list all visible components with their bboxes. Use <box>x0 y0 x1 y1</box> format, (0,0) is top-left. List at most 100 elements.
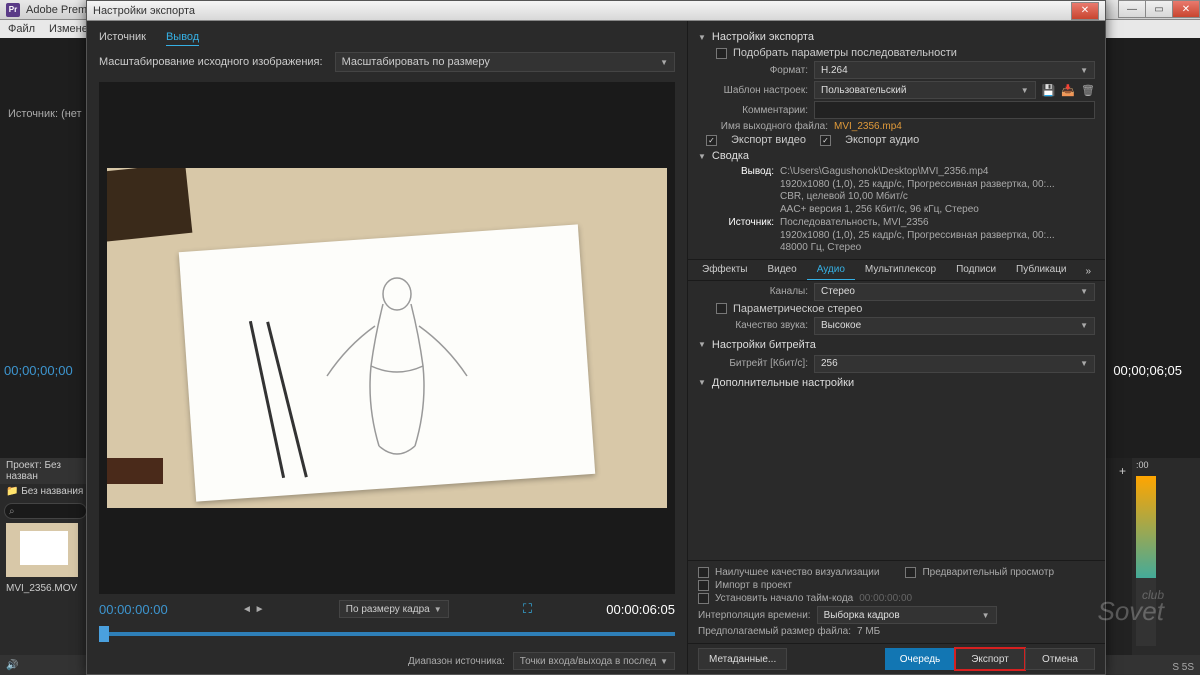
preview-pencils-box <box>107 168 192 243</box>
bg-clip-thumbnail[interactable] <box>6 523 78 577</box>
chevron-down-icon: ▼ <box>1080 321 1088 330</box>
bg-window-controls: — ▭ ✕ <box>1119 0 1200 18</box>
bitrate-label: Битрейт [Кбит/с]: <box>698 358 808 369</box>
chevron-down-icon: ▼ <box>1021 86 1029 95</box>
preview-area <box>99 82 675 594</box>
cancel-button[interactable]: Отмена <box>1025 648 1095 670</box>
bitrate-header: Настройки битрейта <box>698 339 1095 351</box>
export-button[interactable]: Экспорт <box>955 648 1025 670</box>
summary-output-value: C:\Users\Gagushonok\Desktop\MVI_2356.mp4… <box>780 166 1095 216</box>
delete-preset-icon[interactable]: 🗑 <box>1081 84 1095 97</box>
chevron-down-icon: ▼ <box>1080 287 1088 296</box>
queue-button[interactable]: Очередь <box>885 648 955 670</box>
playhead[interactable] <box>99 626 109 642</box>
tabs-more-icon[interactable]: » <box>1075 262 1101 281</box>
preview-label: Предварительный просмотр <box>922 567 1054 578</box>
bg-close-button[interactable]: ✕ <box>1172 0 1200 18</box>
preview-checkbox[interactable] <box>905 567 916 578</box>
bg-audio-scale: S 5S <box>1172 662 1194 673</box>
match-sequence-label: Подобрать параметры последовательности <box>733 47 957 59</box>
preview-tabs: Источник Вывод <box>99 29 675 46</box>
channels-label: Каналы: <box>698 286 808 297</box>
set-tc-label: Установить начало тайм-кода <box>715 593 853 604</box>
best-quality-checkbox[interactable] <box>698 567 709 578</box>
preview-filmstrip <box>107 458 163 484</box>
crop-icon[interactable]: ⛶ <box>523 601 532 617</box>
bg-right-tc: :00 <box>1132 458 1200 472</box>
set-tc-value: 00:00:00:00 <box>859 593 912 604</box>
preview-tc-in[interactable]: 00:00:00:00 <box>99 602 168 617</box>
chevron-down-icon: ▼ <box>982 611 990 620</box>
interp-dropdown[interactable]: Выборка кадров▼ <box>817 606 997 624</box>
fit-dropdown[interactable]: По размеру кадра ▼ <box>339 600 449 618</box>
quality-dropdown[interactable]: Высокое▼ <box>814 317 1095 335</box>
tab-audio[interactable]: Аудио <box>807 260 855 280</box>
chevron-down-icon: ▼ <box>434 605 442 614</box>
dialog-titlebar: Настройки экспорта ✕ <box>87 1 1105 21</box>
tab-mux[interactable]: Мультиплексор <box>855 260 946 279</box>
preset-dropdown[interactable]: Пользовательский▼ <box>814 81 1036 99</box>
export-video-label: Экспорт видео <box>731 134 806 146</box>
format-label: Формат: <box>698 65 808 76</box>
import-project-checkbox[interactable] <box>698 580 709 591</box>
comments-label: Комментарии: <box>698 105 808 116</box>
quality-label: Качество звука: <box>698 320 808 331</box>
source-range-dropdown[interactable]: Точки входа/выхода в послед ▼ <box>513 652 675 670</box>
save-preset-icon[interactable]: 💾 <box>1042 84 1056 97</box>
bg-tc-right: 00;00;06;05 <box>1113 363 1182 378</box>
export-video-checkbox[interactable] <box>706 135 717 146</box>
match-sequence-checkbox[interactable] <box>716 48 727 59</box>
bg-maximize-button[interactable]: ▭ <box>1145 0 1173 18</box>
dialog-footer-buttons: Метаданные... Очередь Экспорт Отмена <box>688 643 1105 674</box>
export-settings-dialog: Настройки экспорта ✕ Источник Вывод Масш… <box>86 0 1106 675</box>
chevron-down-icon: ▼ <box>660 657 668 666</box>
dialog-close-button[interactable]: ✕ <box>1071 2 1099 20</box>
tab-output[interactable]: Вывод <box>166 29 199 46</box>
summary-source-value: Последовательность, MVI_2356 1920x1080 (… <box>780 217 1095 255</box>
tab-effects[interactable]: Эффекты <box>692 260 757 279</box>
preview-nav-icons[interactable]: ◄ ► <box>242 604 265 615</box>
format-dropdown[interactable]: H.264▼ <box>814 61 1095 79</box>
menu-edit[interactable]: Измене <box>49 23 88 35</box>
param-stereo-checkbox[interactable] <box>716 303 727 314</box>
bitrate-dropdown[interactable]: 256▼ <box>814 355 1095 373</box>
channels-dropdown[interactable]: Стерео▼ <box>814 283 1095 301</box>
comments-input[interactable] <box>814 101 1095 119</box>
summary-source-label: Источник: <box>716 217 774 255</box>
bg-search-input[interactable]: ⌕ <box>4 503 87 519</box>
speaker-icon[interactable]: 🔊 <box>6 660 18 671</box>
bg-source-label: Источник: (нет <box>8 108 82 120</box>
chevron-down-icon: ▼ <box>1080 66 1088 75</box>
est-size-label: Предполагаемый размер файла: <box>698 626 851 637</box>
export-settings-header: Настройки экспорта <box>698 31 1095 43</box>
tab-source[interactable]: Источник <box>99 29 146 46</box>
tab-video[interactable]: Видео <box>757 260 806 279</box>
import-preset-icon[interactable]: 📥 <box>1061 84 1075 97</box>
export-audio-checkbox[interactable] <box>820 135 831 146</box>
scale-dropdown[interactable]: Масштабировать по размеру ▼ <box>335 52 675 72</box>
metadata-button[interactable]: Метаданные... <box>698 648 787 670</box>
bg-bin-row: 📁 Без названия <box>0 484 91 499</box>
preview-scrubber[interactable] <box>99 622 675 646</box>
settings-tabs: Эффекты Видео Аудио Мультиплексор Подпис… <box>688 259 1105 281</box>
preset-label: Шаблон настроек: <box>698 85 808 96</box>
footer-options: Наилучшее качество визуализации Предвари… <box>688 560 1105 643</box>
preview-column: Источник Вывод Масштабирование исходного… <box>87 21 687 674</box>
premiere-icon: Pr <box>6 3 20 17</box>
import-project-label: Импорт в проект <box>715 580 792 591</box>
tab-captions[interactable]: Подписи <box>946 260 1006 279</box>
bg-project-panel: Проект: Без назван 📁 Без названия ⌕ MVI_… <box>0 458 92 675</box>
interp-label: Интерполяция времени: <box>698 610 811 621</box>
scale-label: Масштабирование исходного изображения: <box>99 56 323 68</box>
tab-publish[interactable]: Публикаци <box>1006 260 1076 279</box>
output-name-label: Имя выходного файла: <box>698 121 828 132</box>
chevron-down-icon: ▼ <box>1080 359 1088 368</box>
menu-file[interactable]: Файл <box>8 23 35 35</box>
output-name-link[interactable]: MVI_2356.mp4 <box>834 121 902 132</box>
bg-project-header: Проект: Без назван <box>0 458 91 484</box>
bg-new-item-icon[interactable]: + <box>1119 464 1126 478</box>
bg-minimize-button[interactable]: — <box>1118 0 1146 18</box>
bg-clip-label: MVI_2356.MOV <box>0 581 91 596</box>
source-range-label: Диапазон источника: <box>408 656 505 667</box>
set-tc-checkbox[interactable] <box>698 593 709 604</box>
